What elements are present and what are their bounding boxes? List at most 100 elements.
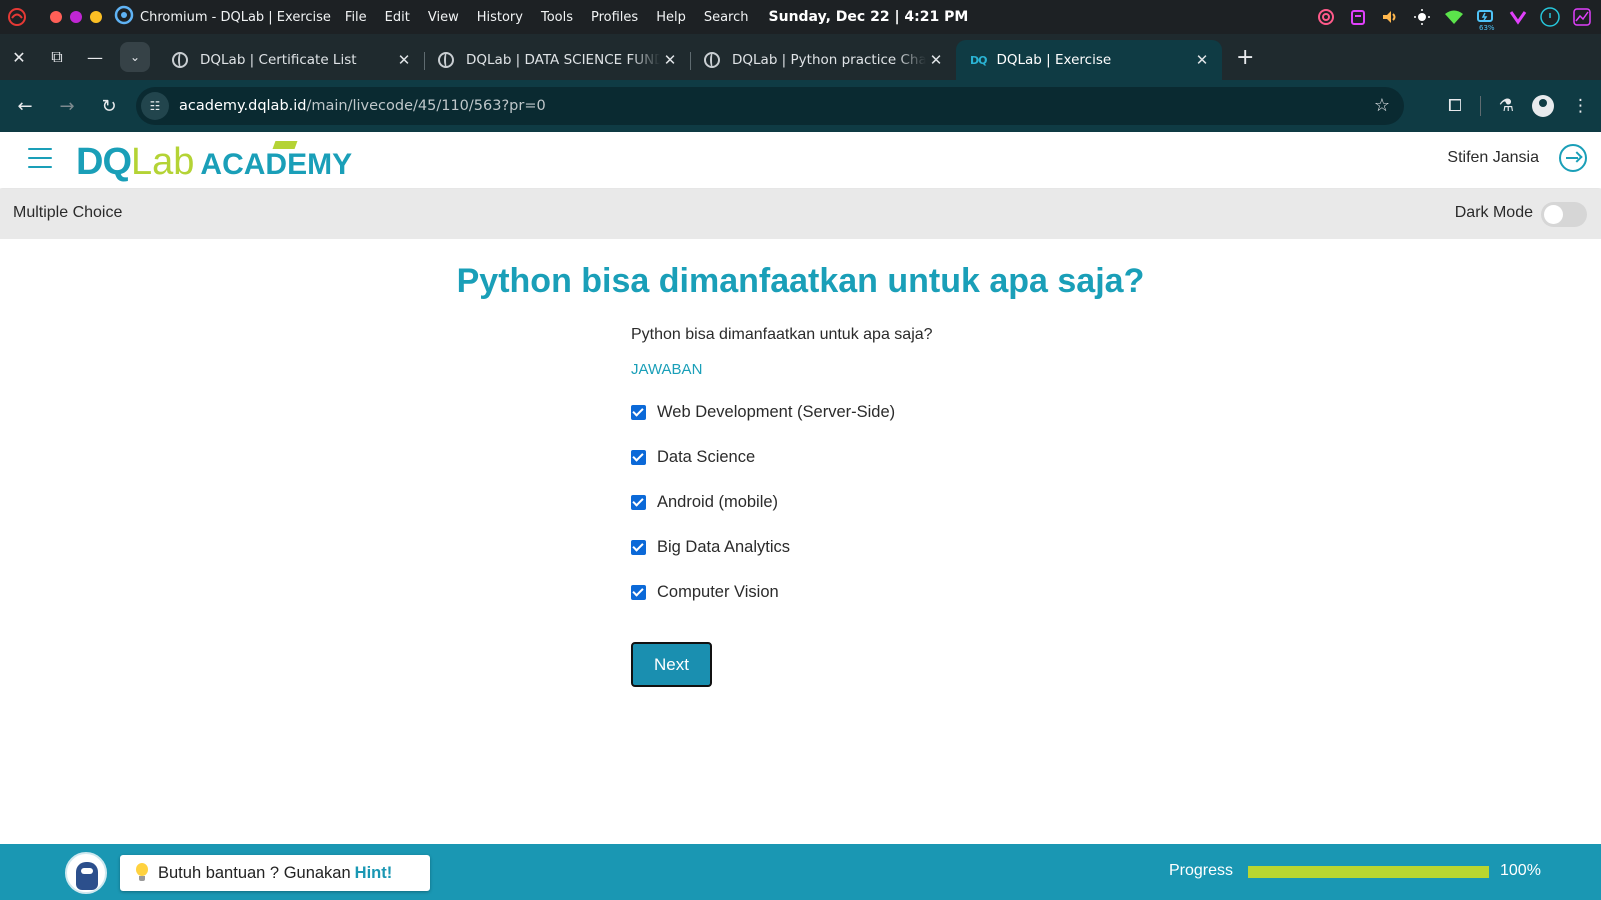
focus-icon[interactable] [1315, 6, 1337, 28]
tab-python-practice[interactable]: DQLab | Python practice Cha ✕ [690, 40, 956, 80]
volume-icon[interactable] [1379, 6, 1401, 28]
hint-text: Butuh bantuan ? Gunakan [158, 863, 351, 882]
menu-help[interactable]: Help [656, 10, 686, 25]
section-type-label: Multiple Choice [13, 204, 123, 221]
system-tray: 63% [1315, 0, 1593, 34]
dark-mode-toggle[interactable] [1541, 202, 1587, 227]
option-data-science[interactable]: Data Science [631, 435, 1231, 480]
checkbox-checked[interactable] [631, 450, 646, 465]
checkbox-checked[interactable] [631, 585, 646, 600]
reload-icon[interactable]: ↻ [89, 86, 129, 126]
menu-edit[interactable]: Edit [385, 10, 410, 25]
dqlab-academy-logo[interactable]: DQ Lab ACADEMY [76, 141, 352, 185]
chromium-icon [114, 5, 134, 29]
tab-search-chevron-down-icon[interactable]: ⌄ [120, 42, 150, 72]
graduation-cap-icon [272, 141, 298, 149]
close-window-icon[interactable] [50, 11, 62, 23]
tab-close-icon[interactable]: ✕ [1192, 51, 1212, 69]
battery-icon[interactable]: 63% [1475, 6, 1497, 32]
hint-link[interactable]: Hint! [355, 864, 393, 883]
minimize-icon[interactable]: — [76, 34, 114, 80]
labs-flask-icon[interactable]: ⚗ [1499, 96, 1514, 116]
url-text[interactable]: academy.dqlab.id/main/livecode/45/110/56… [179, 98, 546, 114]
brightness-icon[interactable] [1411, 6, 1433, 28]
minimize-window-icon[interactable] [70, 11, 82, 23]
globe-icon [438, 52, 454, 68]
menu-profiles[interactable]: Profiles [591, 10, 638, 25]
tab-title: DQLab | Python practice Cha [732, 52, 926, 68]
option-android[interactable]: Android (mobile) [631, 480, 1231, 525]
app-title: Chromium - DQLab | Exercise [140, 9, 331, 25]
question-text: Python bisa dimanfaatkan untuk apa saja? [631, 326, 933, 343]
next-button[interactable]: Next [631, 642, 712, 687]
tab-close-icon[interactable]: ✕ [394, 51, 414, 69]
option-computer-vision[interactable]: Computer Vision [631, 570, 1231, 615]
tab-title: DQLab | DATA SCIENCE FUND [466, 52, 660, 68]
menu-search[interactable]: Search [704, 10, 749, 25]
progress-percent: 100% [1500, 862, 1541, 879]
tab-certificate-list[interactable]: DQLab | Certificate List ✕ [158, 40, 425, 80]
progress-bar [1248, 866, 1489, 878]
os-top-bar: Chromium - DQLab | Exercise File Edit Vi… [0, 0, 1601, 34]
maximize-window-icon[interactable] [90, 11, 102, 23]
menu-tools[interactable]: Tools [541, 10, 573, 25]
site-settings-icon[interactable]: ☷ [141, 92, 169, 120]
calendar-icon[interactable] [1347, 6, 1369, 28]
forward-arrow-icon[interactable]: → [47, 86, 87, 126]
answer-label: JAWABAN [631, 361, 703, 378]
restore-window-icon[interactable]: ⧉ [38, 34, 76, 80]
hint-button[interactable]: Butuh bantuan ? Gunakan Hint! [120, 855, 430, 891]
question-panel: Python bisa dimanfaatkan untuk apa saja?… [631, 326, 1231, 615]
option-big-data[interactable]: Big Data Analytics [631, 525, 1231, 570]
option-label: Computer Vision [657, 583, 779, 601]
bookmark-star-icon[interactable]: ☆ [1374, 95, 1390, 116]
dqlab-favicon-icon: DQ [970, 53, 988, 67]
window-traffic-lights[interactable] [50, 11, 102, 23]
extensions-puzzle-icon[interactable]: ⧠ [1448, 96, 1462, 116]
close-icon[interactable]: ✕ [0, 34, 38, 80]
tab-strip: ✕ ⧉ — ⌄ DQLab | Certificate List ✕ DQLab… [0, 34, 1601, 80]
dark-mode-label: Dark Mode [1454, 204, 1533, 221]
option-label: Big Data Analytics [657, 538, 790, 556]
answer-options: Web Development (Server-Side) Data Scien… [631, 390, 1231, 615]
tab-close-icon[interactable]: ✕ [660, 51, 680, 69]
clock[interactable]: Sunday, Dec 22 | 4:21 PM [769, 9, 969, 25]
user-name[interactable]: Stifen Jansia [1447, 149, 1539, 167]
menu-file[interactable]: File [345, 10, 367, 25]
wifi-icon[interactable] [1443, 6, 1465, 28]
option-label: Data Science [657, 448, 756, 466]
activity-monitor-icon[interactable] [1571, 6, 1593, 28]
menu-view[interactable]: View [428, 10, 459, 25]
option-label: Web Development (Server-Side) [657, 403, 896, 421]
tab-data-science-fund[interactable]: DQLab | DATA SCIENCE FUND ✕ [424, 40, 691, 80]
profile-avatar-icon[interactable] [1532, 95, 1554, 117]
footer-bar: Butuh bantuan ? Gunakan Hint! Progress 1… [0, 844, 1601, 900]
toolbar-actions: ⧠ ⚗ ⋮ [1448, 86, 1589, 126]
new-tab-plus-icon[interactable]: + [1236, 45, 1254, 70]
browser-toolbar: ← → ↻ ☷ academy.dqlab.id/main/livecode/4… [0, 80, 1601, 132]
globe-icon [172, 52, 188, 68]
tab-close-icon[interactable]: ✕ [926, 51, 946, 69]
address-bar[interactable]: ☷ academy.dqlab.id/main/livecode/45/110/… [136, 87, 1404, 125]
menu-history[interactable]: History [477, 10, 523, 25]
power-icon[interactable] [1539, 6, 1561, 28]
more-menu-icon[interactable]: ⋮ [1572, 96, 1589, 116]
tab-exercise[interactable]: DQ DQLab | Exercise ✕ [956, 40, 1222, 80]
os-menu-icon[interactable] [0, 7, 34, 27]
back-arrow-icon[interactable]: ← [5, 86, 45, 126]
heart-icon[interactable] [1507, 6, 1529, 28]
tab-title: DQLab | Exercise [996, 52, 1112, 68]
mascot-avatar[interactable] [65, 852, 107, 894]
page-title: Python bisa dimanfaatkan untuk apa saja? [456, 262, 1145, 300]
hamburger-menu-icon[interactable] [28, 148, 52, 168]
lightbulb-icon [134, 863, 150, 883]
site-header: DQ Lab ACADEMY Stifen Jansia [0, 132, 1601, 188]
checkbox-checked[interactable] [631, 405, 646, 420]
battery-percent: 63% [1479, 24, 1495, 32]
exercise-subheader: Multiple Choice Dark Mode [0, 189, 1601, 239]
checkbox-checked[interactable] [631, 495, 646, 510]
progress-fill [1248, 866, 1489, 878]
option-web-development[interactable]: Web Development (Server-Side) [631, 390, 1231, 435]
logout-icon[interactable] [1559, 144, 1587, 172]
checkbox-checked[interactable] [631, 540, 646, 555]
